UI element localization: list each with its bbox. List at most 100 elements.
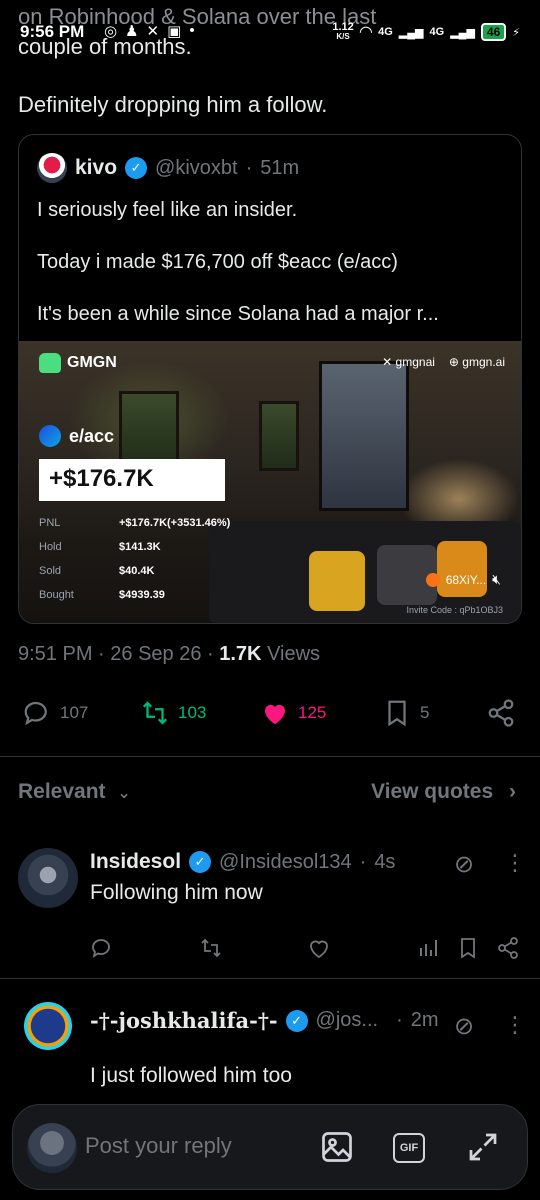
snapchat-icon: ♟ [125, 23, 139, 40]
views-label: Views [267, 643, 321, 665]
notification-icons: ◎ ♟ ✕ ▣ • [104, 22, 195, 40]
reply-input[interactable]: Post your reply [85, 1133, 232, 1159]
post-time: 51m [260, 156, 300, 179]
stat-value: $40.4K [119, 565, 155, 577]
user-chip: 68XiY... 🔇︎ [425, 571, 501, 588]
quoted-text-line: I seriously feel like an insider. [37, 199, 298, 221]
share-button[interactable] [486, 698, 516, 728]
chevron-right-icon: › [509, 780, 516, 803]
doorway-decoration [319, 361, 409, 511]
author-handle: @kivoxbt [155, 156, 238, 179]
sort-relevant-dropdown[interactable]: Relevant ⌄ [18, 780, 131, 804]
heart-icon [265, 704, 285, 725]
net-speed-unit: K/S [336, 32, 350, 41]
verified-badge-icon: ✓ [189, 851, 212, 873]
separator-dot: · [396, 1009, 403, 1031]
view-quotes-link[interactable]: View quotes › [371, 780, 516, 804]
repost-icon[interactable] [199, 936, 223, 960]
stat-label: Hold [39, 541, 62, 553]
gallery-icon: ▣ [167, 23, 182, 40]
view-quotes-label: View quotes [371, 780, 494, 803]
token-row: e/acc [39, 425, 114, 447]
x-handle-label: gmgnai [395, 355, 435, 369]
heart-icon[interactable] [307, 936, 331, 960]
media-image[interactable]: GMGN ✕ gmgnai ⊕ gmgn.ai e/acc +$176.7K P… [19, 341, 521, 623]
x-link: ✕ gmgnai [382, 355, 435, 369]
stat-label: Bought [39, 589, 74, 601]
pnl-box: +$176.7K [39, 459, 225, 501]
reply-right-actions [416, 936, 520, 960]
bookmark-icon[interactable] [456, 936, 480, 960]
quoted-post-header: kivo ✓ @kivoxbt · 51m [37, 153, 299, 183]
reply-icon[interactable] [90, 936, 114, 960]
charging-icon: ⚡ [512, 26, 520, 39]
media-links: ✕ gmgnai ⊕ gmgn.ai [382, 355, 505, 369]
window-decoration [259, 401, 299, 471]
repost-button[interactable]: 103 [140, 698, 206, 728]
reply-header: -†-joshkhalifa-†- ✓ @jos... · 2m [90, 1008, 439, 1033]
bookmark-button[interactable]: 5 [382, 698, 429, 728]
whatsapp-icon: ◎ [104, 23, 118, 40]
action-bar: 107 103 125 5 [0, 690, 540, 738]
post-meta: 9:51 PM · 26 Sep 26 · 1.7K Views [18, 643, 320, 666]
reply-author-handle: @Insidesol134 [219, 850, 352, 873]
mute-icon[interactable]: 🔇︎ [492, 571, 501, 588]
signal-4g-label: 4G [378, 26, 393, 38]
reply-action-bar [90, 936, 520, 960]
avatar [27, 1123, 77, 1173]
reply-author-name[interactable]: -†-joshkhalifa-†- [90, 1008, 278, 1033]
chevron-down-icon: ⌄ [117, 785, 131, 802]
views-count[interactable]: 1.7K [219, 643, 261, 665]
repost-icon [142, 701, 168, 725]
expand-icon[interactable] [465, 1129, 501, 1165]
reply-author-handle: @jos... [315, 1009, 379, 1031]
reply-text: Following him now [90, 881, 263, 904]
grok-icon[interactable]: ⊘ [454, 1012, 474, 1041]
expand-glyph [469, 1133, 497, 1161]
gif-button[interactable]: GIF [393, 1133, 425, 1163]
stat-value: +$176.7K(+3531.46%) [119, 517, 231, 529]
reply-button[interactable]: 107 [22, 698, 88, 728]
like-button[interactable]: 125 [260, 698, 326, 728]
reply-author-name[interactable]: Insidesol [90, 850, 181, 874]
brand-label: GMGN [67, 354, 117, 371]
site-link: ⊕ gmgn.ai [449, 355, 505, 369]
verified-badge-icon: ✓ [285, 1009, 308, 1032]
net-speed-value: 1.12 [332, 21, 354, 33]
reply-icon [24, 701, 47, 726]
x-logo-icon: ✕ [382, 355, 396, 369]
author-name[interactable]: kivo [75, 156, 117, 180]
stat-label: Sold [39, 565, 62, 577]
net-speed: 1.12 K/S [332, 22, 353, 42]
share-icon[interactable] [496, 936, 520, 960]
x-logo-icon: ✕ [146, 23, 160, 40]
repost-count: 103 [178, 703, 207, 722]
status-time: 9:56 PM [20, 22, 85, 41]
like-count: 125 [298, 703, 327, 722]
more-options-icon[interactable]: ⋮ [504, 1012, 526, 1038]
reply-time: 2m [410, 1009, 439, 1031]
bookmark-icon [388, 700, 406, 727]
verified-badge-icon: ✓ [125, 157, 148, 179]
chip-avatar [425, 572, 440, 587]
quoted-post-card[interactable]: kivo ✓ @kivoxbt · 51m I seriously feel l… [18, 134, 522, 624]
more-options-icon[interactable]: ⋮ [504, 850, 526, 876]
gmgn-logo: GMGN [39, 353, 117, 373]
image-icon[interactable] [319, 1129, 355, 1165]
avatar[interactable] [18, 996, 78, 1056]
avatar[interactable] [37, 153, 67, 183]
wifi-icon: ◠ [359, 24, 373, 41]
reply-time: 4s [374, 850, 396, 873]
reply-composer[interactable]: Post your reply GIF [12, 1104, 528, 1190]
meta-time: 9:51 PM [18, 643, 93, 665]
separator-dot: · [207, 643, 220, 665]
sort-label: Relevant [18, 780, 106, 803]
avatar[interactable] [18, 848, 78, 908]
battery-icon: 46 [480, 23, 507, 41]
frog-logo-icon [39, 353, 61, 373]
analytics-icon[interactable] [416, 936, 440, 960]
grok-icon[interactable]: ⊘ [454, 850, 474, 879]
quoted-text-line: It's been a while since Solana had a maj… [37, 303, 439, 325]
site-label: gmgn.ai [462, 355, 505, 369]
reply-text: I just followed him too [90, 1064, 292, 1087]
